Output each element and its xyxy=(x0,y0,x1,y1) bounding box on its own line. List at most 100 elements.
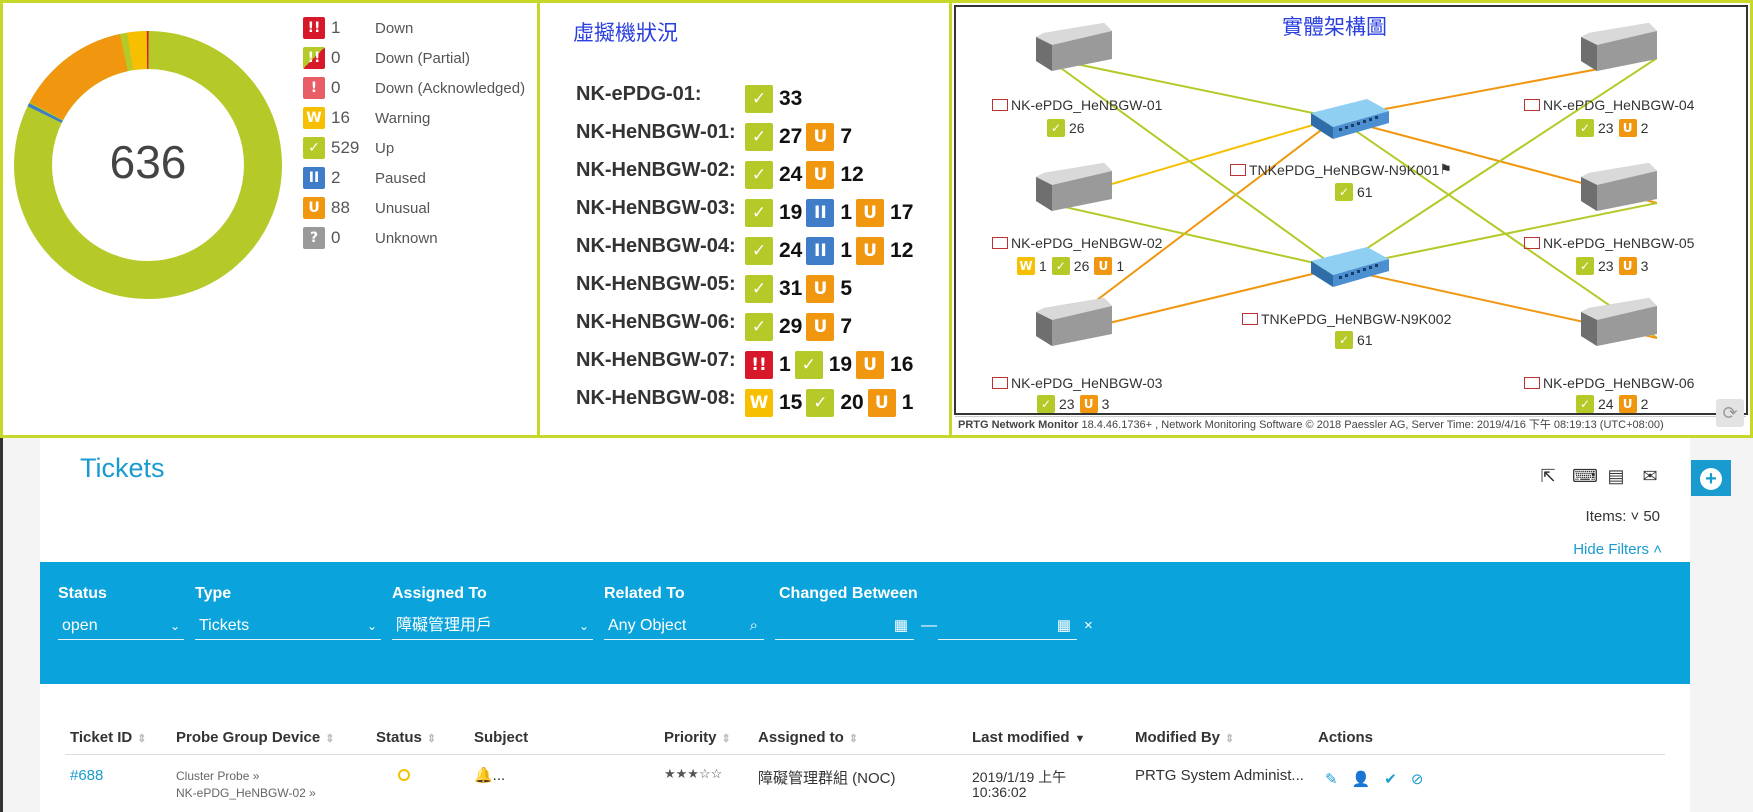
status-badge-icon: II xyxy=(806,199,835,227)
vm-row[interactable]: NK-HeNBGW-07:!! 1 ✓ 19 U 16 xyxy=(576,349,914,380)
status-badge-icon: ! xyxy=(303,77,325,99)
topology-node-label[interactable]: NK-ePDG_HeNBGW-06 xyxy=(1524,375,1694,391)
status-badge-icon: II xyxy=(806,237,835,265)
resolve-check-icon[interactable]: ✔ xyxy=(1384,770,1397,788)
node-count: 1 xyxy=(1116,258,1125,274)
legend-label: Paused xyxy=(375,169,426,187)
topology-node-label[interactable]: TNKePDG_HeNBGW-N9K001 ⚑ xyxy=(1230,161,1452,178)
vm-count: 16 xyxy=(890,353,914,376)
legend-item[interactable]: ✓ 529 Up xyxy=(303,136,394,160)
clear-date-button[interactable]: × xyxy=(1084,612,1093,640)
server-icon xyxy=(1581,298,1657,346)
status-badge-icon: II xyxy=(303,167,325,189)
topology-node-label[interactable]: NK-ePDG_HeNBGW-03 xyxy=(992,375,1162,391)
col-assigned-to[interactable]: Assigned to ⇕ xyxy=(758,729,858,746)
vm-name: NK-HeNBGW-06: xyxy=(576,310,736,333)
close-ticket-icon[interactable]: ⊘ xyxy=(1411,770,1424,788)
device-type-icon xyxy=(992,237,1008,249)
legend-item[interactable]: ! 0 Down (Acknowledged) xyxy=(303,76,525,100)
legend-item[interactable]: II 2 Paused xyxy=(303,166,426,190)
server-icon xyxy=(1036,298,1112,346)
topology-node-label[interactable]: NK-ePDG_HeNBGW-01 xyxy=(992,97,1162,113)
filter-assigned-select[interactable]: 障礙管理用戶 ⌄ xyxy=(392,612,593,640)
vm-row[interactable]: NK-HeNBGW-02: ✓ 24 U 12 xyxy=(576,159,864,190)
status-badge-icon: ✓ xyxy=(1051,257,1070,275)
legend-item[interactable]: ? 0 Unknown xyxy=(303,226,438,250)
edit-icon[interactable]: ✎ xyxy=(1325,770,1338,788)
email-icon[interactable]: ✉ xyxy=(1640,466,1660,487)
legend-item[interactable]: !! 1 Down xyxy=(303,16,413,40)
vm-name: NK-ePDG-01: xyxy=(576,82,702,105)
col-probe-group-device[interactable]: Probe Group Device ⇕ xyxy=(176,729,334,746)
col-modified-by[interactable]: Modified By ⇕ xyxy=(1135,729,1234,746)
filter-related-input[interactable]: Any Object ⌕ xyxy=(604,612,764,640)
node-count: 1 xyxy=(1039,258,1047,274)
filter-type-select[interactable]: Tickets ⌄ xyxy=(195,612,381,640)
status-badge-icon: ✓ xyxy=(1576,257,1594,275)
subject-text[interactable]: 🔔... xyxy=(474,766,505,784)
vm-count: 31 xyxy=(779,277,803,300)
assign-user-icon[interactable]: 👤 xyxy=(1352,770,1371,788)
node-count: 3 xyxy=(1640,258,1649,274)
status-badge-icon: U xyxy=(806,275,835,303)
add-report-icon[interactable]: ▤ xyxy=(1606,466,1626,487)
ticket-id-link[interactable]: #688 xyxy=(70,767,103,784)
topology-node-label[interactable]: NK-ePDG_HeNBGW-02 xyxy=(992,235,1162,251)
status-badge-icon: U xyxy=(856,351,885,379)
topology-node-label[interactable]: NK-ePDG_HeNBGW-04 xyxy=(1524,97,1694,113)
vm-row[interactable]: NK-HeNBGW-06: ✓ 29 U 7 xyxy=(576,310,852,342)
legend-label: Up xyxy=(375,139,395,157)
server-icon xyxy=(1036,163,1112,211)
status-badge-icon: W xyxy=(303,107,325,129)
vm-row[interactable]: NK-HeNBGW-04: ✓ 24 II 1 U 12 xyxy=(576,235,914,266)
filter-type-label: Type xyxy=(195,585,232,602)
status-badge-icon: W xyxy=(1017,257,1035,275)
vm-count: 27 xyxy=(779,125,803,148)
filter-status-select[interactable]: open ⌄ xyxy=(58,612,184,640)
vm-row[interactable]: NK-HeNBGW-05: ✓ 31 U 5 xyxy=(576,272,852,304)
col-last-modified[interactable]: Last modified ▼ xyxy=(972,729,1085,746)
dashboard-top: 636 !! 1 Down!! 0 Down (Partial)! 0 Down (Ackn… xyxy=(0,0,1753,438)
col-status[interactable]: Status ⇕ xyxy=(376,729,436,746)
vm-name: NK-HeNBGW-05: xyxy=(576,272,736,295)
status-badge-icon: ✓ xyxy=(745,199,773,227)
vm-count: 12 xyxy=(890,239,914,262)
topology-node-stats: W 1 ✓ 26 U 1 xyxy=(1017,257,1129,275)
chevron-down-icon: ⌄ xyxy=(366,619,377,633)
status-badge-icon: ? xyxy=(303,227,325,249)
status-badge-icon: ✓ xyxy=(1576,395,1594,413)
legend-label: Down (Acknowledged) xyxy=(375,79,526,97)
export-code-icon[interactable]: ⌨ xyxy=(1572,466,1598,487)
status-badge-icon: ✓ xyxy=(1576,119,1594,137)
switch-icon xyxy=(1311,99,1389,139)
hide-filters-link[interactable]: Hide Filters ˄ xyxy=(1573,541,1662,558)
probe-link[interactable]: Cluster Probe » xyxy=(176,769,259,783)
col-ticket-id[interactable]: Ticket ID ⇕ xyxy=(70,729,146,746)
filter-date-from[interactable]: ▦ xyxy=(775,612,914,640)
legend-label: Down xyxy=(375,19,414,37)
legend-item[interactable]: !! 0 Down (Partial) xyxy=(303,46,470,70)
vm-row[interactable]: NK-HeNBGW-01: ✓ 27 U 7 xyxy=(576,121,853,152)
topology-node-label[interactable]: NK-ePDG_HeNBGW-05 xyxy=(1524,235,1694,251)
vm-count: 7 xyxy=(840,125,853,148)
vm-row[interactable]: NK-HeNBGW-08: W 15 ✓ 20 U 1 xyxy=(576,387,913,418)
filter-date-to[interactable]: ▦ xyxy=(938,612,1077,640)
legend-item[interactable]: W 16 Warning xyxy=(303,106,430,130)
device-link[interactable]: NK-ePDG_HeNBGW-02 » xyxy=(176,786,316,800)
vm-count: 1 xyxy=(840,239,853,262)
col-priority[interactable]: Priority ⇕ xyxy=(664,729,731,746)
server-icon xyxy=(1036,23,1112,71)
open-external-icon[interactable]: ⇱ xyxy=(1538,466,1558,487)
add-ticket-button[interactable]: + xyxy=(1691,460,1731,496)
vm-row[interactable]: NK-ePDG-01: ✓ 33 xyxy=(576,82,802,114)
vm-row[interactable]: NK-HeNBGW-03: ✓ 19 II 1 U 17 xyxy=(576,197,913,228)
device-type-icon xyxy=(992,377,1008,389)
node-count: 24 xyxy=(1598,396,1614,412)
vm-count: 1 xyxy=(840,201,853,224)
footer-brand: PRTG Network Monitor xyxy=(958,419,1079,431)
items-per-page[interactable]: Items: ˅ 50 xyxy=(1586,508,1660,525)
refresh-icon[interactable]: ⟳ xyxy=(1716,399,1744,427)
status-badge-icon: ✓ xyxy=(745,85,773,113)
legend-item[interactable]: U 88 Unusual xyxy=(303,196,430,220)
topology-node-label[interactable]: TNKePDG_HeNBGW-N9K002 xyxy=(1242,311,1451,327)
